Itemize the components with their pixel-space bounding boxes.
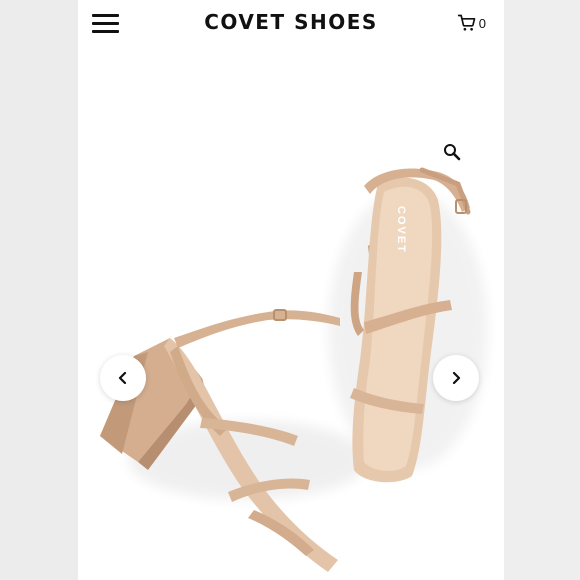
chevron-left-icon xyxy=(118,371,127,385)
next-image-button[interactable] xyxy=(433,355,479,401)
product-page: COVET SHOES 0 COVET xyxy=(78,0,504,580)
chevron-right-icon xyxy=(452,371,461,385)
right-margin xyxy=(504,0,580,580)
previous-image-button[interactable] xyxy=(100,355,146,401)
left-margin xyxy=(0,0,78,580)
product-image: COVET xyxy=(100,167,488,572)
insole-brand-text: COVET xyxy=(395,206,407,254)
